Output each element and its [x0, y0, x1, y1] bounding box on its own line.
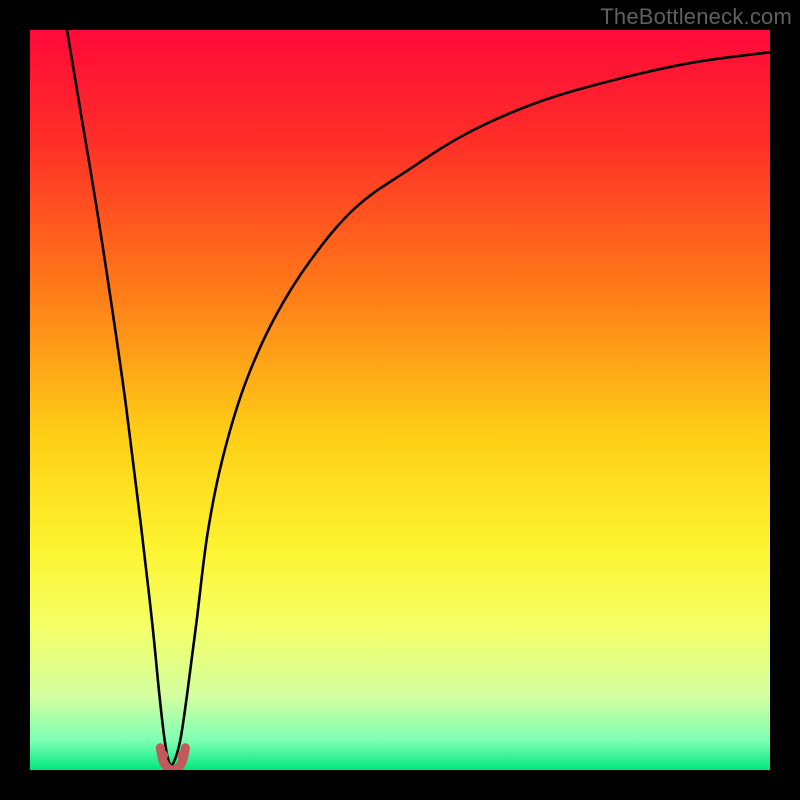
plot-area [30, 30, 770, 770]
chart-svg [30, 30, 770, 770]
valley-left-marker [158, 750, 168, 760]
valley-right-marker [177, 750, 187, 760]
gradient-background [30, 30, 770, 770]
watermark-text: TheBottleneck.com [600, 4, 792, 30]
chart-frame: TheBottleneck.com [0, 0, 800, 800]
